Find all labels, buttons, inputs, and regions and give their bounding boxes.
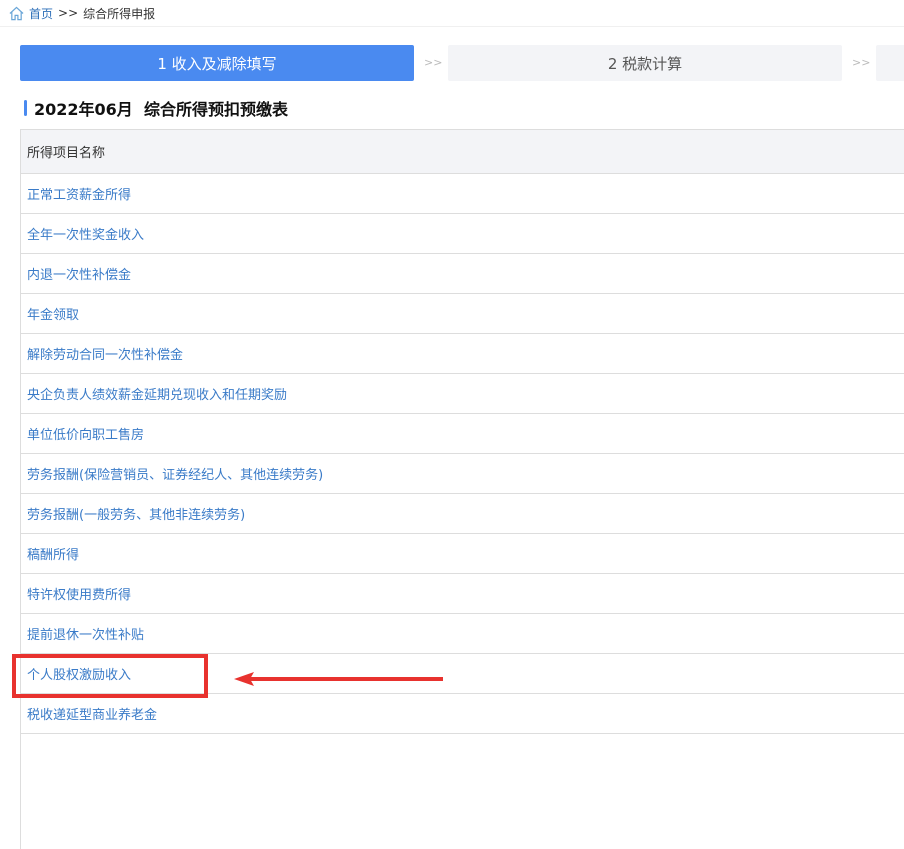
step-separator: >> <box>424 56 443 69</box>
step-income-deduction[interactable]: 1 收入及减除填写 <box>20 45 414 81</box>
table-row[interactable]: 稿酬所得 <box>21 534 904 574</box>
table-row[interactable]: 单位低价向职工售房 <box>21 414 904 454</box>
table-row[interactable]: 提前退休一次性补贴 <box>21 614 904 654</box>
highlight-box <box>12 654 208 698</box>
income-items-table: 所得项目名称 正常工资薪金所得 全年一次性奖金收入 内退一次性补偿金 年金领取 解除劳动… <box>20 129 904 849</box>
arrow-annotation-icon <box>234 672 443 686</box>
breadcrumb: 首页 >> 综合所得申报 <box>0 0 904 27</box>
table-row[interactable]: 劳务报酬(保险营销员、证券经纪人、其他连续劳务) <box>21 454 904 494</box>
breadcrumb-current: 综合所得申报 <box>83 6 156 21</box>
table-row[interactable]: 正常工资薪金所得 <box>21 174 904 214</box>
table-row[interactable]: 内退一次性补偿金 <box>21 254 904 294</box>
section-title-text: 2022年06月 综合所得预扣预缴表 <box>34 100 288 119</box>
home-icon[interactable] <box>9 6 24 21</box>
table-row[interactable]: 解除劳动合同一次性补偿金 <box>21 334 904 374</box>
section-title: 2022年06月 综合所得预扣预缴表 <box>24 96 288 120</box>
table-row[interactable]: 年金领取 <box>21 294 904 334</box>
step-separator: >> <box>852 56 871 69</box>
breadcrumb-home-link[interactable]: 首页 <box>29 5 53 22</box>
table-header: 所得项目名称 <box>21 129 904 174</box>
table-row[interactable]: 全年一次性奖金收入 <box>21 214 904 254</box>
step-3[interactable] <box>876 45 904 81</box>
table-row[interactable]: 税收递延型商业养老金 <box>21 694 904 734</box>
table-row[interactable]: 劳务报酬(一般劳务、其他非连续劳务) <box>21 494 904 534</box>
table-row[interactable]: 特许权使用费所得 <box>21 574 904 614</box>
step-tax-calculation[interactable]: 2 税款计算 <box>448 45 842 81</box>
table-row[interactable]: 央企负责人绩效薪金延期兑现收入和任期奖励 <box>21 374 904 414</box>
title-accent-bar <box>24 100 27 116</box>
breadcrumb-separator: >> <box>58 6 79 20</box>
